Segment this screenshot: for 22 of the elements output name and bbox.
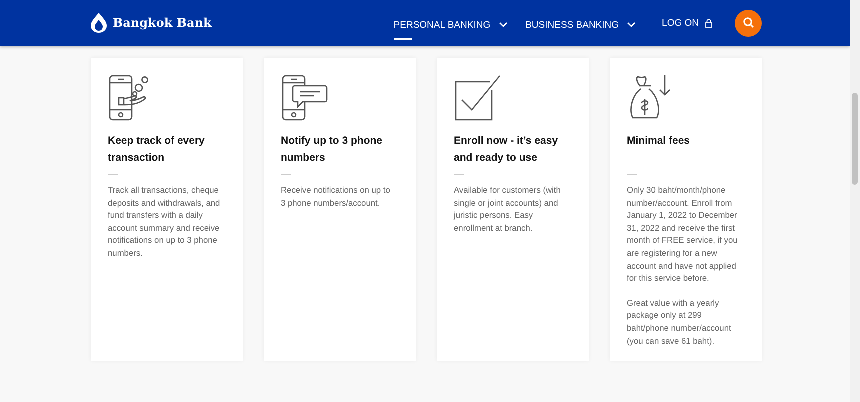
card-description: Receive notifications on up to 3 phone numbers/account. [281, 184, 392, 210]
card-description: Track all transactions, cheque deposits and withdrawals, and fund transfers with a daily account summary and receive notifications on up to 3 phone numbers. [108, 184, 222, 260]
logo-icon [90, 12, 108, 34]
card-title: Enroll now - it’s easy and ready to use [454, 134, 560, 166]
padlock-icon [705, 18, 713, 28]
card-description: Only 30 baht/month/phone number/account. Enroll from January 1, 2022 to December 31, 2022 and receive the first month of FREE service, if you are registering for a new account and have not applied for this service before. [627, 184, 739, 285]
log-on-button[interactable]: LOG ON [662, 18, 713, 28]
chevron-down-icon [627, 22, 636, 28]
checkbox-tick-icon [454, 74, 502, 122]
chevron-down-icon [498, 22, 508, 28]
search-button[interactable] [735, 10, 762, 36]
nav-tab[interactable]: BUSINESS BANKING [526, 10, 636, 40]
card-description: Available for customers (with single or joint accounts) and juristic persons. Easy enrollment at branch. [454, 184, 562, 234]
card-description: Great value with a yearly package only at 299 baht/phone number/account (you can save 61 baht). [627, 296, 732, 348]
search-icon [742, 17, 754, 29]
card-title: Keep track of every transaction [108, 134, 206, 166]
phone-chat-icon [281, 74, 329, 122]
scrollbar[interactable] [850, 0, 860, 402]
logo-text[interactable]: Bangkok Bank [113, 16, 212, 30]
card-title: Notify up to 3 phone numbers [281, 134, 384, 166]
scrollbar-thumb[interactable] [852, 93, 858, 185]
card-title: Minimal fees [627, 134, 692, 149]
